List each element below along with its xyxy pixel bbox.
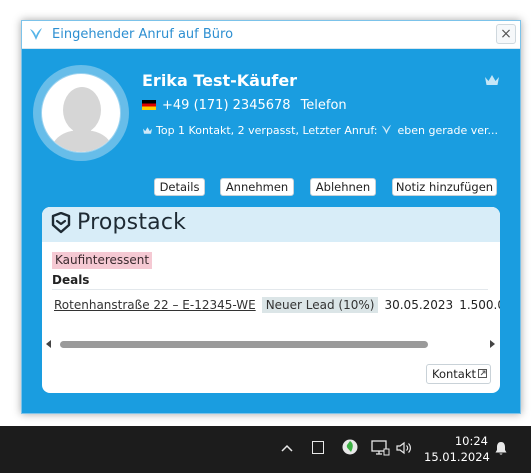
app-logo-icon: [30, 28, 42, 40]
horizontal-scrollbar[interactable]: [60, 341, 428, 348]
caller-phone: +49 (171) 2345678: [162, 98, 291, 113]
chevron-up-icon[interactable]: [281, 444, 293, 452]
app-tray-icon[interactable]: [312, 441, 324, 454]
caller-phone-row: +49 (171) 2345678 Telefon: [142, 98, 347, 113]
last-call-text: eben gerade ver...: [397, 124, 499, 137]
scroll-left-arrow[interactable]: [46, 340, 51, 348]
contact-tag: Kaufinteressent: [52, 252, 153, 269]
crm-panel: Propstack Kaufinteressent Deals Rotenhan…: [42, 207, 500, 393]
caller-name: Erika Test-Käufer: [142, 71, 298, 90]
deal-address-link[interactable]: Rotenhanstraße 22 – E-12345-WE: [54, 298, 256, 312]
notification-icon[interactable]: [494, 441, 508, 456]
clock-time: 10:24: [454, 434, 488, 448]
accept-button[interactable]: Annehmen: [220, 178, 294, 196]
incoming-call-popup: Eingehender Anruf auf Büro × Erika Test-…: [21, 20, 521, 414]
contact-button-label: Kontakt: [432, 367, 477, 381]
reject-button[interactable]: Ablehnen: [310, 178, 376, 196]
deal-date: 30.05.2023: [384, 298, 454, 312]
external-link-icon: [478, 369, 488, 378]
close-button[interactable]: ×: [496, 24, 516, 44]
add-note-button[interactable]: Notiz hinzufügen: [392, 178, 497, 196]
app-tray-icon[interactable]: [342, 439, 358, 455]
deal-price: 1.500.0: [459, 298, 500, 312]
propstack-logo-icon: [51, 212, 71, 234]
network-icon[interactable]: [371, 440, 390, 456]
flag-de-icon: [142, 100, 156, 110]
caller-meta: Top 1 Kontakt, 2 verpasst, Letzter Anruf…: [142, 124, 507, 137]
taskbar-clock[interactable]: 10:24 15.01.2024: [424, 433, 490, 465]
close-icon: ×: [500, 26, 512, 42]
crown-icon: [485, 75, 499, 85]
crm-header: Propstack: [42, 207, 500, 242]
taskbar: 10:24 15.01.2024: [0, 426, 531, 473]
crown-icon: [143, 127, 152, 134]
volume-icon[interactable]: [396, 441, 413, 455]
scroll-right-arrow[interactable]: [490, 340, 495, 348]
divider: [52, 289, 488, 290]
table-row: Rotenhanstraße 22 – E-12345-WE Neuer Lead…: [54, 297, 500, 313]
deal-status-badge: Neuer Lead (10%): [261, 297, 379, 313]
phone-type: Telefon: [300, 98, 347, 113]
crm-brand: Propstack: [77, 210, 187, 235]
title-bar: Eingehender Anruf auf Büro ×: [22, 21, 520, 49]
window-title: Eingehender Anruf auf Büro: [52, 27, 234, 42]
caller-meta-text: Top 1 Kontakt, 2 verpasst, Letzter Anruf…: [156, 124, 378, 137]
clock-date: 15.01.2024: [424, 450, 490, 464]
avatar-placeholder-icon: [50, 87, 114, 152]
app-logo-icon: [381, 124, 391, 135]
contact-button[interactable]: Kontakt: [426, 364, 491, 384]
details-button[interactable]: Details: [154, 178, 205, 196]
deals-heading: Deals: [52, 273, 90, 287]
avatar: [33, 65, 129, 161]
